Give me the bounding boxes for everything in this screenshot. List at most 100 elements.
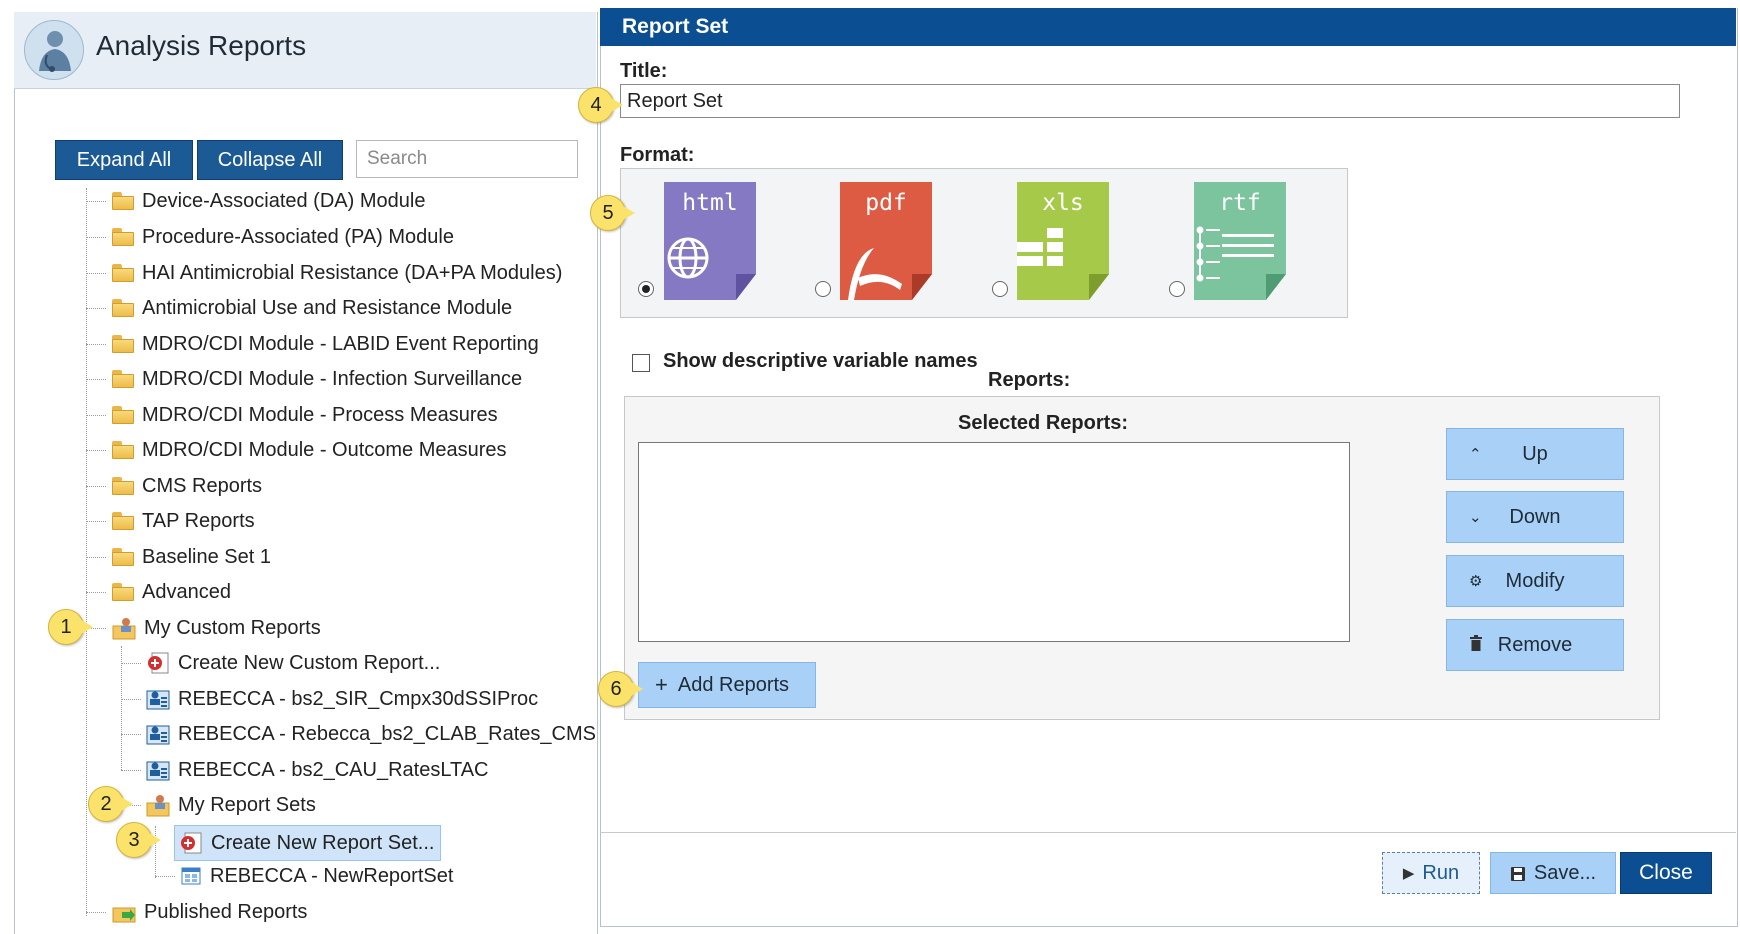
tree-connector [86,344,106,345]
tree-item-procedure-associated[interactable]: Procedure-Associated (PA) Module [112,221,454,253]
folder-icon [112,264,134,282]
tree-item-hai-antimicrobial[interactable]: HAI Antimicrobial Resistance (DA+PA Modu… [112,257,562,289]
user-folder-icon [146,793,170,817]
search-input[interactable] [356,140,578,178]
tree-item-create-report-set[interactable]: Create New Report Set... [174,825,442,861]
tree-item-published-reports[interactable]: Published Reports [112,896,307,928]
up-button[interactable]: ⌃ Up [1446,428,1624,480]
published-folder-icon [112,900,136,924]
folder-icon [112,548,134,566]
tree-item-my-report-sets[interactable]: My Report Sets [146,789,316,821]
tree-connector [86,415,106,416]
save-icon [1510,865,1526,881]
tree-item-label: Published Reports [144,900,308,923]
page-title: Analysis Reports [96,30,307,61]
format-radio-xls[interactable] [992,281,1008,297]
footer-divider [600,832,1736,833]
tree-connector [121,646,122,770]
folder-icon [112,583,134,601]
format-label-pdf: pdf [865,190,907,216]
folder-icon [112,299,134,317]
tree-item-label: MDRO/CDI Module - Outcome Measures [142,438,507,461]
tree-connector [86,201,106,202]
report-icon [146,687,170,711]
tree-item-label: TAP Reports [142,509,255,532]
tree-item-label: REBECCA - NewReportSet [210,864,454,887]
folder-icon [112,335,134,353]
down-button[interactable]: ⌄ Down [1446,491,1624,543]
folder-icon [112,192,134,210]
add-reports-label: Add Reports [677,673,790,696]
show-descriptive-names-checkbox[interactable] [632,354,650,372]
run-button[interactable]: ▶ Run [1382,852,1480,894]
expand-all-button[interactable]: Expand All [55,140,193,180]
play-icon: ▶ [1402,865,1415,882]
tree-connector [86,592,106,593]
tree-item-baseline-set[interactable]: Baseline Set 1 [112,541,271,573]
rtf-format-icon[interactable]: rtf [1194,182,1286,300]
format-radio-pdf[interactable] [815,281,831,297]
format-label-rtf: rtf [1219,190,1261,216]
folder-icon [112,228,134,246]
tree-item-device-associated[interactable]: Device-Associated (DA) Module [112,185,425,217]
tree-connector [86,308,106,309]
tree-item-label: REBECCA - Rebecca_bs2_CLAB_Rates_CMS [178,722,596,745]
tree-item-custom-report[interactable]: REBECCA - bs2_CAU_RatesLTAC [146,754,488,786]
modify-button[interactable]: ⚙ Modify [1446,555,1624,607]
tree-item-antimicrobial-use[interactable]: Antimicrobial Use and Resistance Module [112,292,512,324]
show-descriptive-names-label: Show descriptive variable names [663,350,978,372]
format-radio-html[interactable] [638,281,654,297]
tree-item-label: My Report Sets [178,793,316,816]
plus-icon: + [655,672,668,697]
add-reports-button[interactable]: + Add Reports [638,662,816,708]
remove-button[interactable]: Remove [1446,619,1624,671]
close-button[interactable]: Close [1620,852,1712,894]
tree-connector [86,379,106,380]
tree-connector [121,770,141,771]
tree-item-mdro-infection[interactable]: MDRO/CDI Module - Infection Surveillance [112,363,522,395]
title-label: Title: [620,60,668,82]
tree-item-label: MDRO/CDI Module - Process Measures [142,403,498,426]
tree-item-report-set[interactable]: REBECCA - NewReportSet [180,860,453,892]
tree-connector [121,663,141,664]
report-icon [146,722,170,746]
report-icon [146,758,170,782]
title-input[interactable] [620,84,1680,118]
format-label: Format: [620,144,695,166]
tree-item-mdro-outcome[interactable]: MDRO/CDI Module - Outcome Measures [112,434,507,466]
tree-item-create-custom-report[interactable]: Create New Custom Report... [146,647,440,679]
save-button[interactable]: Save... [1490,852,1616,894]
tree-item-my-custom-reports[interactable]: My Custom Reports [112,612,321,644]
up-button-label: Up [1522,442,1548,465]
tree-item-label: MDRO/CDI Module - Infection Surveillance [142,367,523,390]
tree-connector [86,237,106,238]
tree-item-custom-report[interactable]: REBECCA - Rebecca_bs2_CLAB_Rates_CMS [146,718,596,750]
folder-icon [112,406,134,424]
tree-item-label: HAI Antimicrobial Resistance (DA+PA Modu… [142,261,563,284]
pdf-format-icon[interactable]: pdf [840,182,932,300]
tree-item-label: CMS Reports [142,474,263,497]
format-radio-rtf[interactable] [1169,281,1185,297]
run-button-label: Run [1422,861,1460,884]
tree-item-mdro-labid[interactable]: MDRO/CDI Module - LABID Event Reporting [112,328,539,360]
tree-item-cms-reports[interactable]: CMS Reports [112,470,262,502]
collapse-all-button[interactable]: Collapse All [197,140,343,180]
reports-label: Reports: [988,369,1071,391]
tree-item-advanced[interactable]: Advanced [112,576,231,608]
remove-button-label: Remove [1497,633,1573,656]
tree-connector [86,188,87,916]
html-format-icon[interactable]: html [664,182,756,300]
selected-reports-label: Selected Reports: [958,412,1129,434]
tree-connector [121,699,141,700]
tree-connector [86,912,106,913]
tree-item-mdro-process[interactable]: MDRO/CDI Module - Process Measures [112,399,498,431]
tree-item-tap-reports[interactable]: TAP Reports [112,505,255,537]
tree-item-custom-report[interactable]: REBECCA - bs2_SIR_Cmpx30dSSIProc [146,683,538,715]
xls-format-icon[interactable]: xls [1017,182,1109,300]
callout-marker: 2 [88,786,133,822]
folder-icon [112,512,134,530]
app-logo-icon [24,20,84,80]
report-set-icon [180,865,202,887]
selected-reports-list[interactable] [638,442,1350,642]
callout-marker: 6 [598,671,643,707]
